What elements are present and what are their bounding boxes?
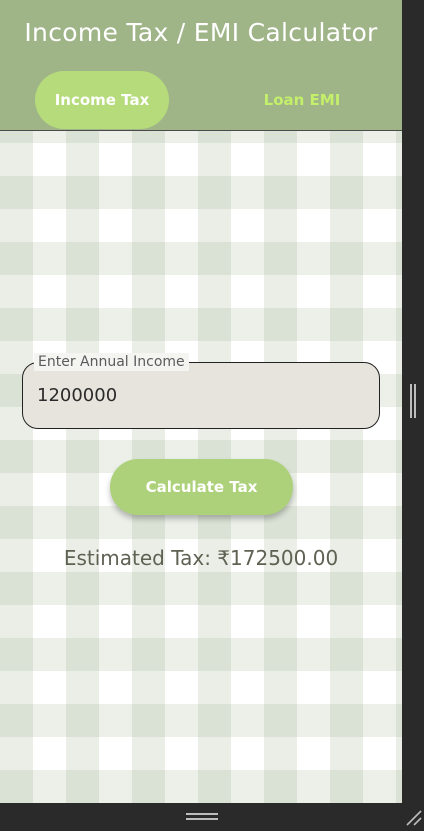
estimated-tax-result: Estimated Tax: ₹172500.00 [63,546,339,570]
app-screen: Income Tax / EMI Calculator Income Tax L… [0,0,402,803]
corner-resize-grip-icon[interactable] [404,808,422,826]
horizontal-resize-handle-icon[interactable] [186,813,218,820]
tab-loan-emi[interactable]: Loan EMI [235,71,369,129]
annual-income-label: Enter Annual Income [34,353,189,371]
annual-income-field[interactable]: Enter Annual Income [22,353,380,429]
tab-income-tax[interactable]: Income Tax [35,71,169,129]
annual-income-input[interactable] [37,385,357,406]
page-title: Income Tax / EMI Calculator [24,18,378,47]
calculate-tax-button[interactable]: Calculate Tax [110,459,293,515]
tab-income-tax-label: Income Tax [54,91,150,109]
tab-loan-emi-label: Loan EMI [263,91,341,109]
app-header: Income Tax / EMI Calculator Income Tax L… [0,0,402,131]
window-frame: Income Tax / EMI Calculator Income Tax L… [0,0,424,831]
vertical-resize-handle-icon[interactable] [410,384,416,418]
